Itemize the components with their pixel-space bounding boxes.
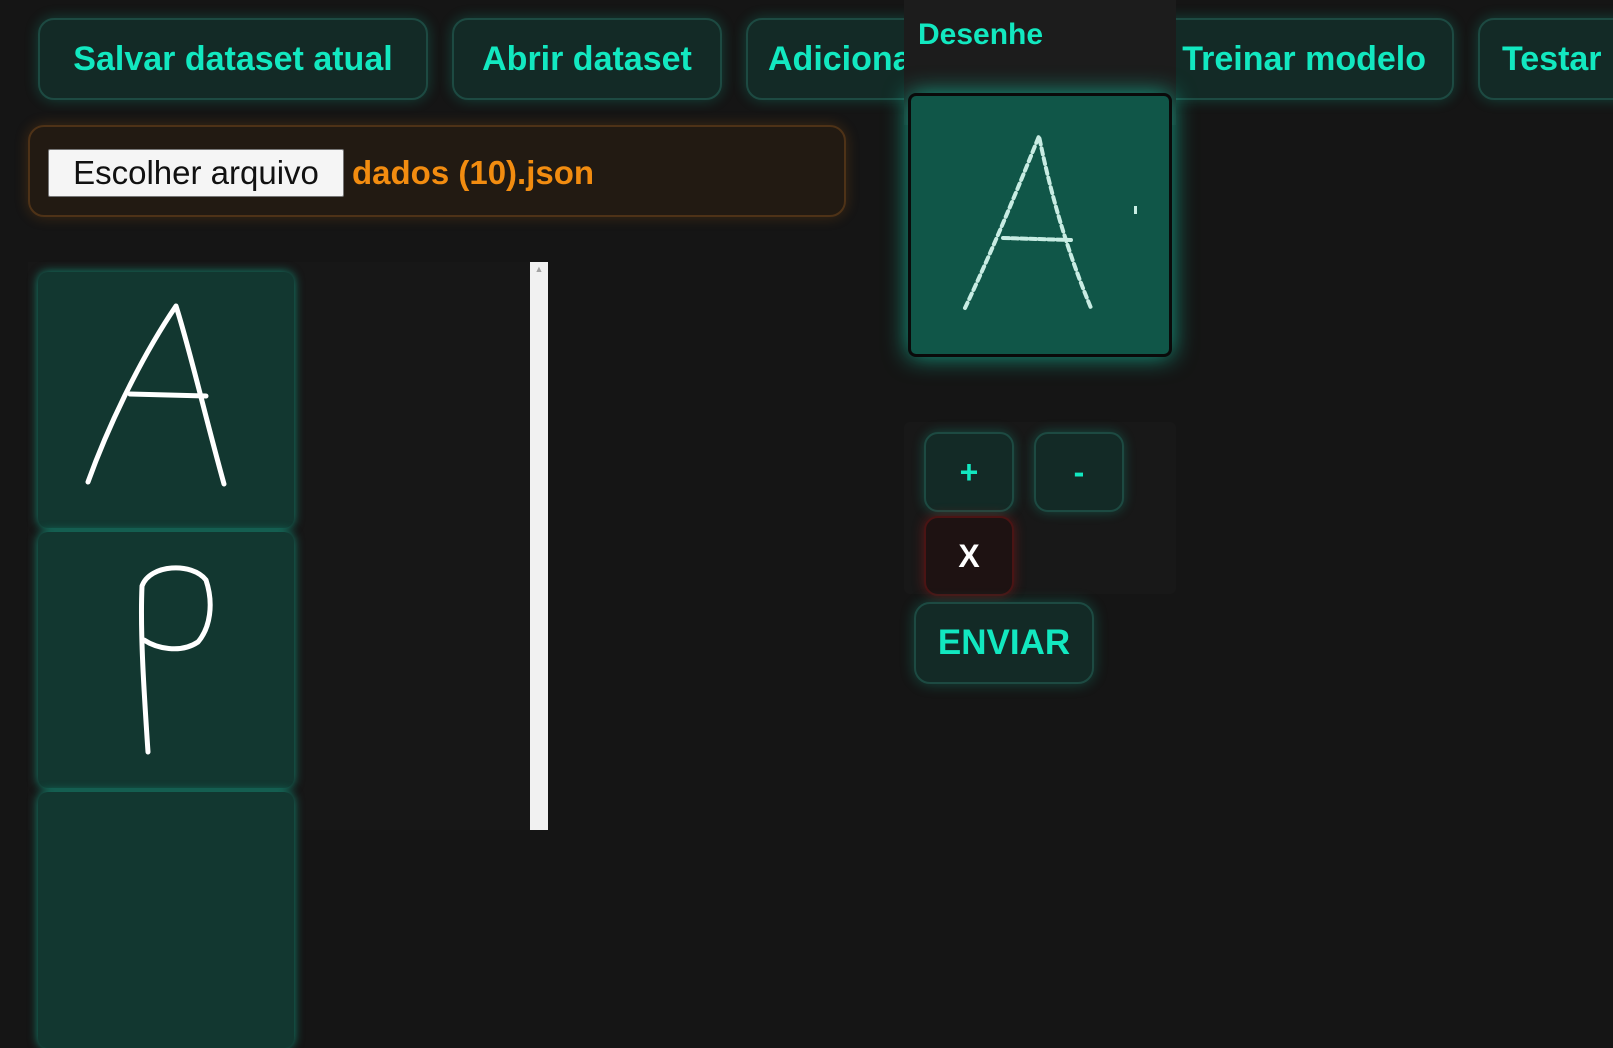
clear-canvas-button[interactable]: X — [924, 516, 1014, 596]
train-model-button[interactable]: Treinar modelo — [1132, 18, 1454, 100]
handwritten-letter-p-image — [138, 565, 213, 755]
test-button[interactable]: Testar — [1478, 18, 1613, 100]
draw-panel-title: Desenhe — [918, 18, 1044, 51]
decrease-brush-button[interactable]: - — [1034, 432, 1124, 512]
drawing-canvas[interactable] — [908, 93, 1172, 357]
send-button[interactable]: ENVIAR — [914, 602, 1094, 684]
open-dataset-button[interactable]: Abrir dataset — [452, 18, 722, 100]
handwritten-letter-a-image — [85, 303, 227, 487]
choose-file-button[interactable]: Escolher arquivo — [48, 149, 344, 197]
current-drawing-a-image — [963, 134, 1137, 310]
save-dataset-button[interactable]: Salvar dataset atual — [38, 18, 428, 100]
dataset-sample-a[interactable] — [38, 272, 294, 528]
list-scrollbar[interactable]: ▲ — [530, 262, 548, 830]
file-input-row: Escolher arquivo dados (10).json — [28, 125, 846, 217]
selected-file-name: dados (10).json — [352, 154, 595, 191]
scroll-up-arrow-icon[interactable]: ▲ — [530, 264, 548, 274]
dataset-sample-p[interactable] — [38, 532, 294, 788]
increase-brush-button[interactable]: + — [924, 432, 1014, 512]
dataset-sample-partial[interactable] — [38, 792, 294, 1048]
